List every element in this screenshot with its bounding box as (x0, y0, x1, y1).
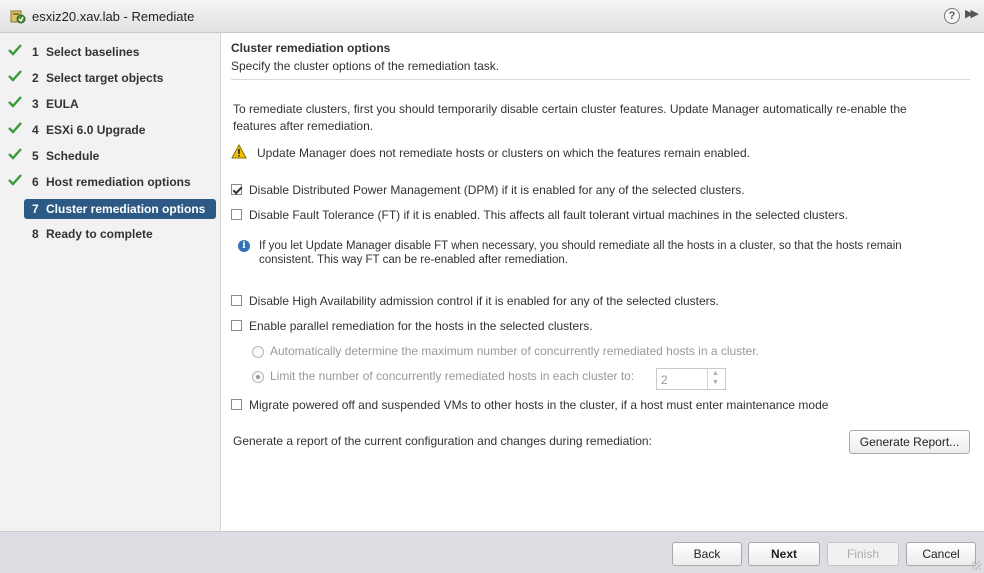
dpm-label[interactable]: Disable Distributed Power Management (DP… (249, 182, 745, 199)
step-number: 8 (32, 227, 39, 241)
wizard-footer: Back Next Finish Cancel (0, 531, 984, 573)
finish-button[interactable]: Finish (827, 542, 899, 566)
checkmark-icon (8, 122, 22, 134)
step-host-remediation-options[interactable]: 6 Host remediation options (0, 172, 221, 192)
resize-grip[interactable] (972, 561, 981, 570)
checkmark-icon (8, 148, 22, 160)
auto-radio[interactable] (252, 346, 264, 358)
step-cluster-remediation-options[interactable]: 7 Cluster remediation options (24, 199, 216, 219)
step-number: 5 (32, 149, 39, 163)
migrate-label[interactable]: Migrate powered off and suspended VMs to… (249, 397, 828, 414)
step-schedule[interactable]: 5 Schedule (0, 146, 221, 166)
checkmark-icon (8, 96, 22, 108)
dpm-checkbox[interactable] (231, 184, 242, 195)
page-title: Cluster remediation options (231, 41, 391, 55)
step-label: ESXi 6.0 Upgrade (46, 123, 146, 137)
next-button[interactable]: Next (748, 542, 820, 566)
info-icon: i (238, 240, 250, 252)
cancel-button[interactable]: Cancel (906, 542, 976, 566)
page-subtitle: Specify the cluster options of the remed… (231, 59, 500, 73)
limit-radio[interactable] (252, 371, 264, 383)
step-ready-to-complete[interactable]: 8 Ready to complete (0, 224, 221, 244)
ha-checkbox[interactable] (231, 295, 242, 306)
stepper-down-icon[interactable]: ▼ (712, 379, 719, 387)
report-text: Generate a report of the current configu… (233, 434, 652, 448)
auto-radio-label[interactable]: Automatically determine the maximum numb… (270, 343, 759, 360)
parallel-label[interactable]: Enable parallel remediation for the host… (249, 318, 593, 335)
main-panel: Cluster remediation options Specify the … (221, 33, 984, 531)
header-divider (231, 79, 970, 80)
limit-stepper[interactable]: 2 ▲ ▼ (656, 368, 726, 390)
intro-text-line1: To remediate clusters, first you should … (233, 102, 907, 116)
step-label: Select target objects (46, 71, 164, 85)
help-icon[interactable]: ? (944, 8, 960, 24)
window-titlebar: esxiz20.xav.lab - Remediate ? ▶▶ (0, 0, 984, 33)
ft-info-line2: consistent. This way FT can be re-enable… (259, 254, 568, 266)
generate-report-button[interactable]: Generate Report... (849, 430, 970, 454)
checkmark-icon (8, 70, 22, 82)
step-number: 7 (32, 202, 39, 216)
step-label: Host remediation options (46, 175, 191, 189)
parallel-checkbox[interactable] (231, 320, 242, 331)
step-number: 6 (32, 175, 39, 189)
step-number: 3 (32, 97, 39, 111)
limit-radio-label[interactable]: Limit the number of concurrently remedia… (270, 368, 634, 385)
step-label: Schedule (46, 149, 100, 163)
warning-text: Update Manager does not remediate hosts … (257, 146, 750, 160)
step-select-target-objects[interactable]: 2 Select target objects (0, 68, 221, 88)
stepper-up-icon[interactable]: ▲ (712, 370, 719, 378)
step-number: 1 (32, 45, 39, 59)
step-label: Ready to complete (46, 227, 153, 241)
intro-text-line2: features after remediation. (233, 119, 374, 133)
step-esxi-upgrade[interactable]: 4 ESXi 6.0 Upgrade (0, 120, 221, 140)
step-select-baselines[interactable]: 1 Select baselines (0, 42, 221, 62)
checkmark-icon (8, 174, 22, 186)
ft-label[interactable]: Disable Fault Tolerance (FT) if it is en… (249, 207, 848, 224)
stepper-arrows: ▲ ▼ (707, 369, 725, 389)
step-eula[interactable]: 3 EULA (0, 94, 221, 114)
back-button[interactable]: Back (672, 542, 742, 566)
wizard-steps-sidebar: 1 Select baselines 2 Select target objec… (0, 33, 221, 531)
window-title: esxiz20.xav.lab - Remediate (32, 9, 195, 24)
step-label: EULA (46, 97, 79, 111)
ft-checkbox[interactable] (231, 209, 242, 220)
host-remediate-icon (10, 10, 26, 24)
expand-icon[interactable]: ▶▶ (965, 7, 979, 20)
step-label: Select baselines (46, 45, 140, 59)
ha-label[interactable]: Disable High Availability admission cont… (249, 293, 719, 310)
migrate-checkbox[interactable] (231, 399, 242, 410)
step-label: Cluster remediation options (46, 202, 206, 216)
limit-value: 2 (661, 373, 668, 387)
step-number: 4 (32, 123, 39, 137)
warning-icon (231, 144, 247, 159)
checkmark-icon (8, 44, 22, 56)
step-number: 2 (32, 71, 39, 85)
